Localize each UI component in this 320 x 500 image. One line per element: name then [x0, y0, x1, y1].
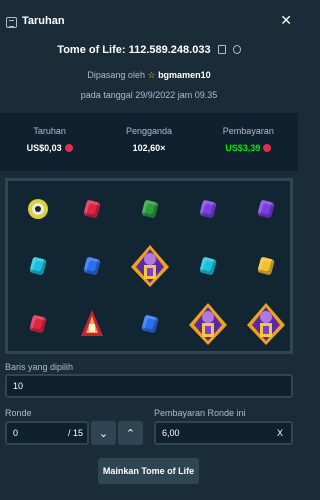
symbol-yellow-gem: [248, 248, 284, 284]
symbol-blue-gem: [74, 248, 110, 284]
symbol-pharaoh: [128, 242, 172, 290]
rounds-field[interactable]: 0 / 15: [5, 421, 89, 445]
round-payout-field[interactable]: 6,00 X: [154, 421, 293, 445]
link-icon[interactable]: [232, 45, 241, 54]
rounds-total: / 15: [67, 428, 83, 438]
symbol-blue-gem: [132, 306, 168, 342]
stat-value: US$3,39: [199, 143, 298, 153]
coin-icon: [263, 144, 272, 152]
top-bar: Taruhan ✕: [0, 0, 298, 40]
modal-title: Taruhan: [22, 15, 65, 27]
stat-label: Pembayaran: [222, 126, 274, 136]
stat-value: 102,60×: [132, 143, 166, 153]
close-icon[interactable]: ✕: [280, 12, 292, 28]
symbol-red-relic: [74, 306, 110, 342]
stat-label: Taruhan: [33, 126, 66, 136]
stat-value: US$0,03: [0, 143, 99, 153]
star-icon: ☆: [147, 70, 156, 80]
play-button[interactable]: Mainkan Tome of Life: [98, 458, 199, 484]
rounds-label: Ronde: [5, 408, 32, 418]
bet-id: Tome of Life: 112.589.248.033: [0, 44, 298, 56]
symbol-green-gem: [132, 191, 168, 227]
x-icon: X: [276, 428, 283, 438]
rounds-increase-button[interactable]: ⌃: [118, 421, 143, 445]
stat-label: Pengganda: [125, 126, 173, 136]
chevron-down-icon: ⌄: [98, 427, 109, 440]
placed-by-label: Dipasang oleh: [87, 70, 145, 80]
round-payout-label: Pembayaran Ronde ini: [154, 408, 246, 418]
stat-bet: Taruhan US$0,03: [0, 113, 99, 171]
placed-by: Dipasang oleh ☆ bgmamen10: [0, 70, 298, 81]
copy-icon[interactable]: [217, 45, 226, 54]
chevron-up-icon: ⌃: [125, 427, 136, 440]
symbol-purple-gem: [248, 191, 284, 227]
symbol-pharaoh: [244, 300, 288, 348]
lines-label: Baris yang dipilih: [5, 362, 74, 372]
coin-icon: [64, 144, 73, 152]
stats-panel: Taruhan US$0,03 Pengganda 102,60× Pembay…: [0, 113, 298, 171]
username-link[interactable]: bgmamen10: [158, 70, 211, 80]
symbol-cyan-gem: [190, 248, 226, 284]
bet-date: pada tanggal 29/9/2022 jam 09.35: [80, 90, 218, 100]
round-payout-value: 6,00: [162, 428, 180, 438]
symbol-purple-gem: [190, 191, 226, 227]
symbol-pharaoh: [186, 300, 230, 348]
rounds-decrease-button[interactable]: ⌄: [91, 421, 116, 445]
stat-multiplier: Pengganda 102,60×: [99, 113, 198, 171]
bet-id-text: Tome of Life: 112.589.248.033: [57, 44, 211, 56]
symbol-cyan-gem: [20, 248, 56, 284]
lines-field[interactable]: 10: [5, 374, 293, 398]
slot-board: [5, 178, 293, 354]
symbol-red-gem: [74, 191, 110, 227]
stat-payout: Pembayaran US$3,39: [199, 113, 298, 171]
symbol-red-gem: [20, 306, 56, 342]
symbol-eye: [20, 191, 56, 227]
ticket-icon: [6, 17, 17, 28]
rounds-value: 0: [13, 428, 19, 438]
